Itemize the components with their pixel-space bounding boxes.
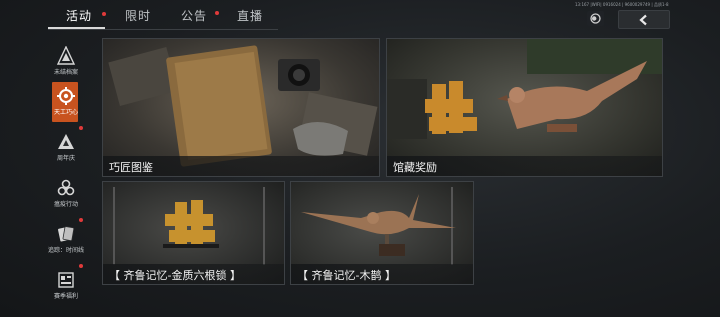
card-collection-rewards[interactable]: 馆藏奖励 bbox=[386, 38, 663, 177]
sidebar-item-anniversary[interactable]: 周年庆 bbox=[46, 126, 86, 170]
tab-announcement-badge bbox=[215, 11, 219, 15]
sidebar-item-tracking[interactable]: 追踪：时间线 bbox=[46, 218, 86, 262]
card-caption: 巧匠图鉴 bbox=[103, 156, 379, 176]
card-title: 巧匠图鉴 bbox=[109, 161, 153, 174]
cards-icon bbox=[58, 226, 75, 242]
top-bar: 活动 限时 公告 直播 13:167 |WIFI| 0916024 | 9600… bbox=[0, 0, 720, 30]
settings-button[interactable] bbox=[587, 11, 604, 26]
biohazard-icon bbox=[57, 179, 75, 196]
sidebar-item-label: 未结档案 bbox=[53, 69, 78, 76]
tab-live[interactable]: 直播 bbox=[237, 7, 263, 24]
sidebar-item-label: 瘟疫行动 bbox=[53, 201, 78, 208]
sidebar-badge bbox=[79, 126, 83, 130]
tab-announcement[interactable]: 公告 bbox=[181, 7, 207, 24]
status-text: 13:167 |WIFI| 0916024 | 9600029749 | 品质1… bbox=[575, 2, 669, 7]
sidebar-badge bbox=[79, 218, 83, 222]
circle-toggle-icon bbox=[590, 13, 601, 24]
sidebar-item-season[interactable]: 赛季福利 bbox=[46, 264, 86, 308]
card-craftsman-handbook[interactable]: 巧匠图鉴 bbox=[102, 38, 380, 177]
sidebar-item-label: 追踪：时间线 bbox=[47, 247, 84, 254]
sidebar-item-label: 天工巧心 bbox=[53, 109, 78, 116]
tab-limited[interactable]: 限时 bbox=[125, 7, 151, 24]
sidebar-item-plague[interactable]: 瘟疫行动 bbox=[46, 174, 86, 216]
card-caption: 【 齐鲁记忆-金质六根锁 】 bbox=[103, 264, 284, 284]
card-title: 【 齐鲁记忆-木鹊 】 bbox=[297, 269, 396, 282]
craft-gear-icon bbox=[57, 87, 75, 105]
anniversary-triangle-icon bbox=[58, 134, 74, 149]
card-title: 【 齐鲁记忆-金质六根锁 】 bbox=[109, 269, 241, 282]
card-title: 馆藏奖励 bbox=[393, 161, 437, 174]
tab-activity-badge bbox=[102, 12, 106, 16]
sidebar-item-craft[interactable]: 天工巧心 bbox=[46, 82, 86, 124]
card-golden-lock[interactable]: 【 齐鲁记忆-金质六根锁 】 bbox=[102, 181, 285, 285]
sidebar-item-label: 赛季福利 bbox=[53, 293, 78, 300]
sidebar-badge bbox=[79, 264, 83, 268]
sidebar-item-label: 周年庆 bbox=[56, 155, 75, 162]
chevron-left-icon bbox=[639, 14, 647, 25]
tab-divider bbox=[48, 29, 278, 30]
sidebar-item-archive[interactable]: 未结档案 bbox=[46, 42, 86, 84]
active-tab-underline bbox=[48, 27, 105, 29]
season-gift-icon bbox=[58, 272, 74, 288]
card-caption: 馆藏奖励 bbox=[387, 156, 662, 176]
tab-activity[interactable]: 活动 bbox=[66, 7, 92, 24]
card-caption: 【 齐鲁记忆-木鹊 】 bbox=[291, 264, 473, 284]
archive-triangle-icon bbox=[56, 46, 76, 65]
card-wooden-magpie[interactable]: 【 齐鲁记忆-木鹊 】 bbox=[290, 181, 474, 285]
back-button[interactable] bbox=[618, 10, 670, 29]
